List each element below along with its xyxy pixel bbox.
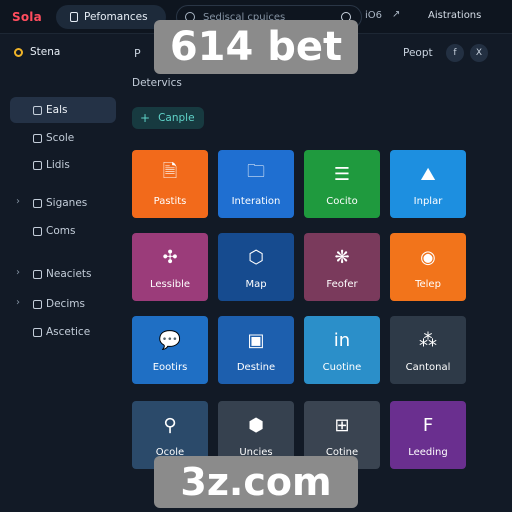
tile-label: Leeding [408,447,448,458]
top-extra-label[interactable]: iO6 [365,10,382,21]
network-icon: ✣ [162,246,178,268]
location-icon [33,198,42,208]
pin-icon [33,226,42,236]
tile-map[interactable]: ⬡ Map [218,233,294,301]
compile-button[interactable]: + Canple [132,107,204,129]
box-icon [33,133,42,143]
sidebar-item-label: Scole [46,132,75,144]
tile-label: Lessible [149,279,191,290]
list-icon: ☰ [333,163,351,185]
tile-label: Cocito [326,196,358,207]
sidebar-item-label: Decims [46,298,85,310]
expand-icon[interactable]: ↗ [392,9,400,20]
tab-performance[interactable]: Pefomances [56,5,166,29]
linkedin-icon: in [333,329,351,351]
sidebar-item-ascetice[interactable]: Ascetice [10,319,116,345]
sidebar-item-label: Lidis [46,159,70,171]
chat-icon [33,105,42,115]
image-icon: ⛰ [420,163,436,185]
tile-label: Pastits [153,196,187,207]
tile-label: Destine [236,362,276,373]
sidebar-item-label: Ascetice [46,326,91,338]
sidebar-item-siganes[interactable]: Siganes [10,190,116,216]
grid-icon [33,269,42,279]
gauge-icon [33,327,42,337]
facebook-icon[interactable]: f [446,44,464,62]
user-menu[interactable]: Aistrations [428,10,481,21]
app-logo[interactable]: Sola [12,10,42,24]
page-icon: F [422,414,434,436]
tile-label: Interation [231,196,281,207]
folder-icon: 🗀 [247,161,265,182]
sidebar-item-decims[interactable]: Decims [10,291,116,317]
key-icon: ⚲ [163,414,177,436]
tile-eootirs[interactable]: 💬 Eootirs [132,316,208,384]
tile-label: Cantonal [405,362,451,373]
sidebar-item-neaciets[interactable]: Neaciets [10,261,116,287]
sidebar-item-label: Coms [46,225,76,237]
gallery-icon: ▣ [247,329,265,351]
tile-label: Telep [415,279,441,290]
tile-telep[interactable]: ◉ Telep [390,233,466,301]
nodes-icon: ⁂ [419,329,437,351]
sidebar-header-label: Stena [30,46,61,58]
watermark-bottom: 3z.com [154,456,358,508]
tile-feofer[interactable]: ❋ Feofer [304,233,380,301]
page-title: P [134,47,141,60]
watermark-top: 614 bet [154,20,358,74]
tile-label: Inplar [413,196,443,207]
sidebar-item-label: Neaciets [46,268,92,280]
settings-icon: ⬢ [248,414,264,436]
tile-label: Eootirs [152,362,188,373]
report-label[interactable]: Peopt [403,47,433,59]
plus-icon: + [140,111,151,125]
tab-icon [70,12,78,22]
brain-icon: ❋ [334,246,350,268]
tile-destine[interactable]: ▣ Destine [218,316,294,384]
sidebar-item-label: Eals [46,104,68,116]
tile-interation[interactable]: 🗀 Interation [218,150,294,218]
sidebar-item-scole[interactable]: Scole [10,125,116,151]
alert-icon: ◉ [420,246,436,268]
sidebar-item-label: Siganes [46,197,88,209]
tile-pastits[interactable]: 🗎 Pastits [132,150,208,218]
tile-label: Cuotine [322,362,362,373]
tile-leeding[interactable]: F Leeding [390,401,466,469]
status-dot-icon [14,47,23,57]
tile-cocito[interactable]: ☰ Cocito [304,150,380,218]
search-icon [33,160,42,170]
document-icon: 🗎 [162,161,178,182]
gift-icon: ⊞ [334,414,350,436]
speech-icon: 💬 [158,329,182,351]
sidebar-item-lidis[interactable]: Lidis [10,152,116,178]
tab-label: Pefomances [84,11,148,23]
tile-label: Feofer [326,279,358,290]
compile-label: Canple [158,112,195,124]
sidebar-item-coms[interactable]: Coms [10,218,116,244]
hexagon-icon: ⬡ [248,246,264,268]
services-label: Detervics [132,77,182,89]
tile-label: Map [245,279,267,290]
tile-inplar[interactable]: ⛰ Inplar [390,150,466,218]
tile-cuotine[interactable]: in Cuotine [304,316,380,384]
tile-cantonal[interactable]: ⁂ Cantonal [390,316,466,384]
layers-icon [33,299,42,309]
sidebar-item-eals[interactable]: Eals [10,97,116,123]
x-icon[interactable]: X [470,44,488,62]
sidebar: Stena Eals Scole Lidis › Siganes Coms › Neaciet… [0,34,124,512]
tile-lessible[interactable]: ✣ Lessible [132,233,208,301]
sidebar-header: Stena [14,46,60,58]
